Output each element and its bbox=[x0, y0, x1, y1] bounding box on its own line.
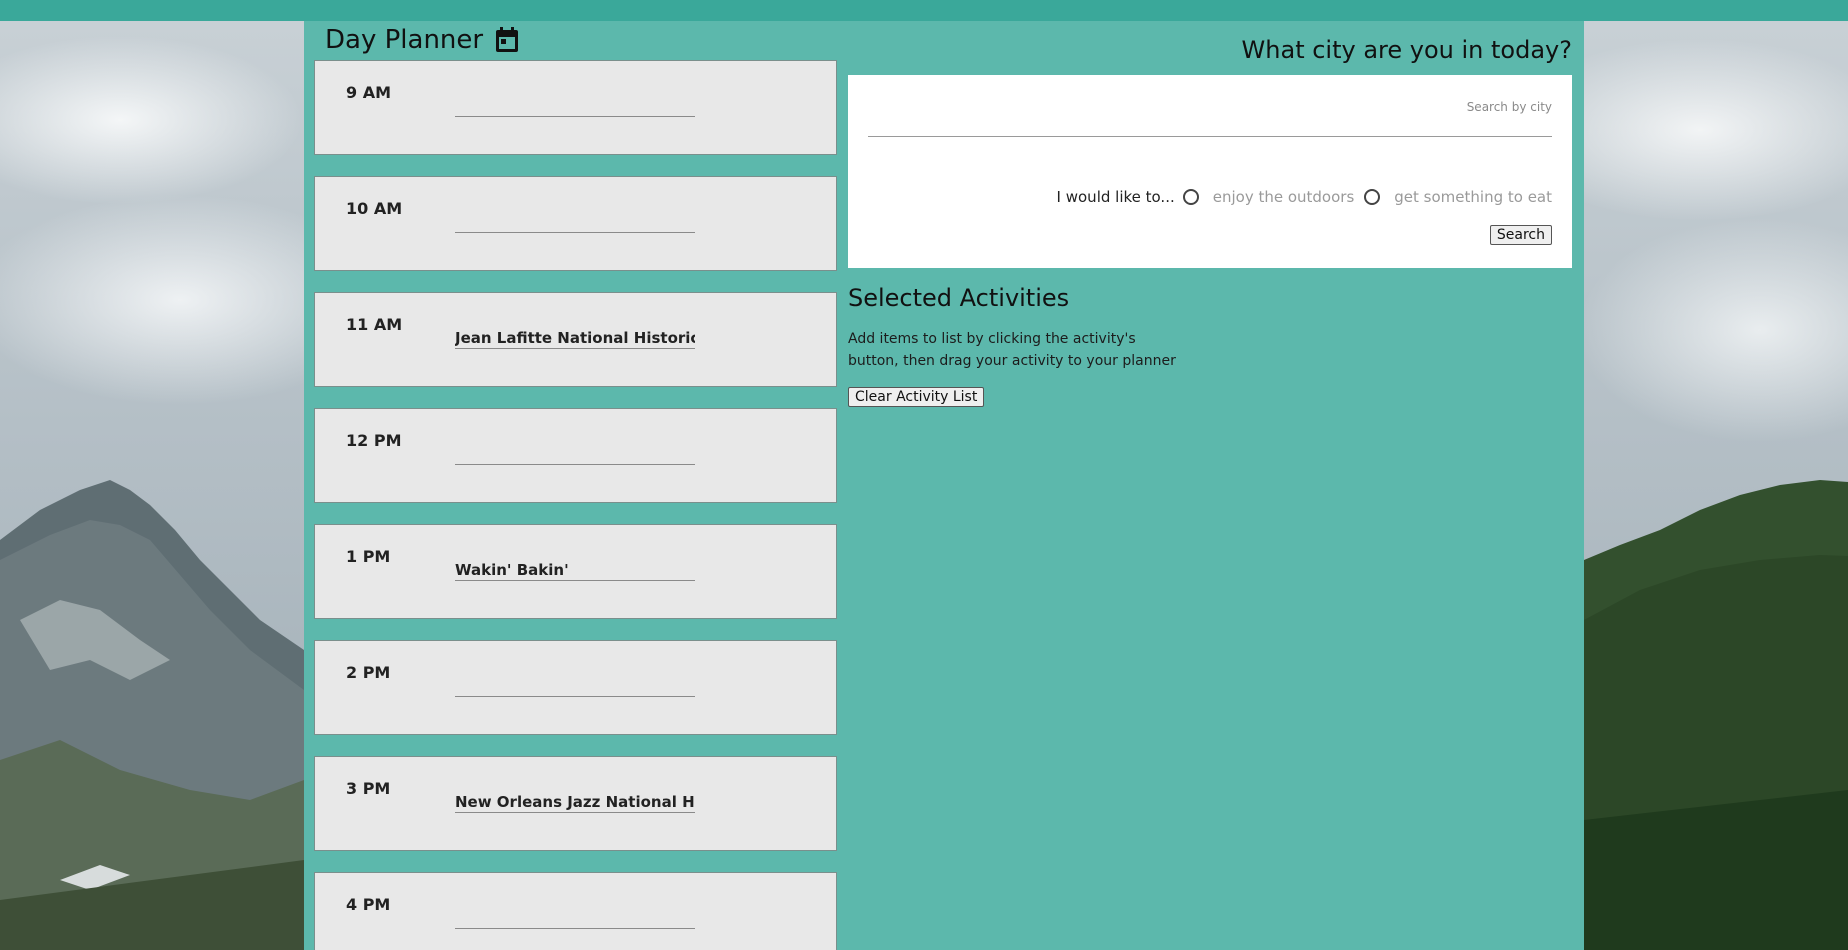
top-bar bbox=[0, 0, 1848, 21]
calendar-icon bbox=[496, 27, 519, 52]
eat-option-label[interactable]: get something to eat bbox=[1394, 188, 1552, 206]
city-search-input[interactable] bbox=[868, 115, 1552, 137]
hour-label: 3 PM bbox=[346, 779, 391, 798]
activity-type-choices: I would like to... enjoy the outdoors ge… bbox=[1057, 187, 1552, 207]
hour-block-10am: 10 AM bbox=[314, 176, 837, 271]
outdoors-radio[interactable] bbox=[1182, 189, 1199, 205]
hour-block-11am: 11 AM Jean Lafitte National Historical P… bbox=[314, 292, 837, 387]
app-header: Day Planner bbox=[325, 22, 519, 58]
activity-dropzone[interactable] bbox=[455, 91, 695, 117]
search-button[interactable]: Search bbox=[1489, 225, 1552, 245]
activity-dropzone[interactable] bbox=[455, 671, 695, 697]
activity-dropzone[interactable] bbox=[455, 207, 695, 233]
hour-label: 9 AM bbox=[346, 83, 392, 102]
outdoors-option-label[interactable]: enjoy the outdoors bbox=[1213, 188, 1355, 206]
hour-label: 12 PM bbox=[346, 431, 402, 450]
activity-dropzone[interactable] bbox=[455, 439, 695, 465]
city-question-heading: What city are you in today? bbox=[1241, 36, 1572, 64]
hour-block-1pm: 1 PM Wakin' Bakin' bbox=[314, 524, 837, 619]
hour-label: 2 PM bbox=[346, 663, 391, 682]
hour-label: 1 PM bbox=[346, 547, 391, 566]
selected-activities-description: Add items to list by clicking the activi… bbox=[848, 331, 1176, 369]
clear-activity-list-button[interactable]: Clear Activity List bbox=[848, 387, 985, 407]
hour-block-4pm: 4 PM bbox=[314, 872, 837, 950]
activity-dropzone[interactable]: Jean Lafitte National Historical Park bbox=[455, 323, 695, 349]
activity-dropzone[interactable]: New Orleans Jazz National Historical Par… bbox=[455, 787, 695, 813]
activity-dropzone[interactable]: Wakin' Bakin' bbox=[455, 555, 695, 581]
choices-intro: I would like to... bbox=[1056, 188, 1175, 206]
hour-label: 4 PM bbox=[346, 895, 391, 914]
hour-block-2pm: 2 PM bbox=[314, 640, 837, 735]
hour-block-3pm: 3 PM New Orleans Jazz National Historica… bbox=[314, 756, 837, 851]
eat-radio[interactable] bbox=[1364, 189, 1381, 205]
page-title: Day Planner bbox=[325, 25, 484, 55]
search-label: Search by city bbox=[1466, 100, 1552, 114]
search-card: Search by city I would like to... enjoy … bbox=[848, 75, 1572, 268]
activity-dropzone[interactable] bbox=[455, 903, 695, 929]
hour-block-12pm: 12 PM bbox=[314, 408, 837, 503]
hour-label: 11 AM bbox=[346, 315, 403, 334]
hour-label: 10 AM bbox=[346, 199, 403, 218]
hour-block-9am: 9 AM bbox=[314, 60, 837, 155]
selected-activities-title: Selected Activities bbox=[848, 284, 1070, 312]
